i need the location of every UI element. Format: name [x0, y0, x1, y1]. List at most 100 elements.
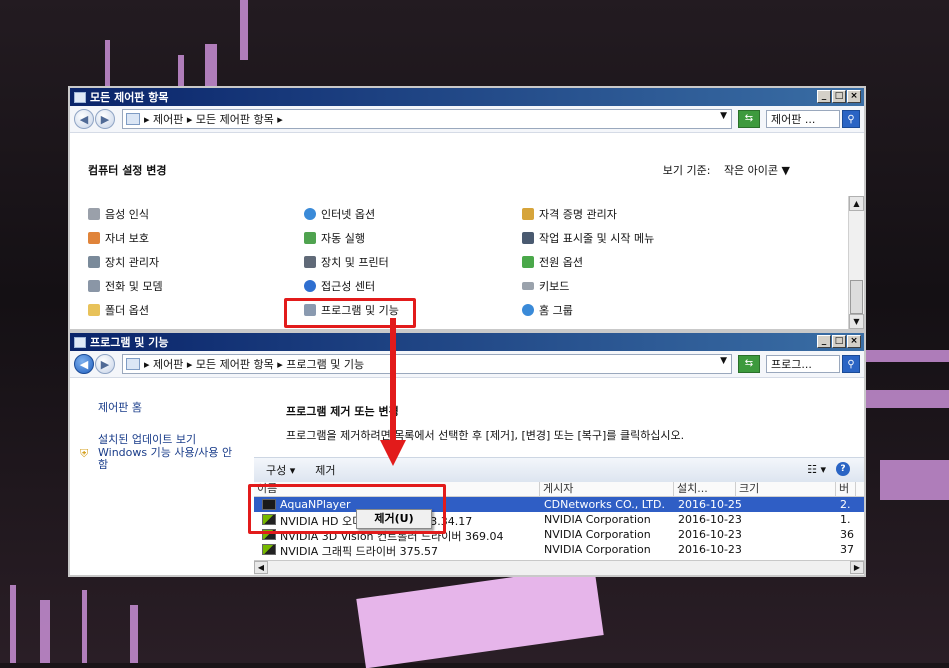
back-button[interactable]: ◀ [74, 109, 94, 129]
horizontal-scrollbar[interactable]: ◀ ▶ [254, 560, 864, 575]
vertical-scrollbar[interactable]: ▲ ▼ [848, 196, 864, 329]
address-bar-row: ◀ ▶ ▸ 제어판 ▸ 모든 제어판 항목 ▸ ▼ ⇆ 제어판 ... ⚲ [70, 106, 864, 133]
bg-stripe [178, 55, 184, 86]
bg-stripe [866, 390, 949, 408]
vault-icon [522, 208, 534, 220]
maximize-button[interactable]: □ [832, 90, 846, 103]
organize-button[interactable]: 구성 ▾ [266, 462, 295, 478]
task-pane: 제어판 홈 설치된 업데이트 보기 ⛨ Windows 기능 사용/사용 안 함 [70, 379, 246, 575]
page-title: 컴퓨터 설정 변경 [88, 164, 167, 177]
refresh-button[interactable]: ⇆ [738, 355, 760, 373]
forward-button[interactable]: ▶ [95, 354, 115, 374]
forward-button[interactable]: ▶ [95, 109, 115, 129]
view-updates-link[interactable]: 설치된 업데이트 보기 [98, 431, 196, 447]
programs-window-icon [74, 336, 86, 348]
address-bar[interactable]: ▸ 제어판 ▸ 모든 제어판 항목 ▸ 프로그램 및 기능 ▼ [122, 354, 732, 374]
cp-item-devices-printers[interactable]: 장치 및 프린터 [304, 254, 389, 270]
search-icon[interactable]: ⚲ [842, 355, 860, 373]
minimize-button[interactable]: _ [817, 90, 831, 103]
column-size[interactable]: 크기 [736, 482, 836, 496]
bg-stripe [10, 585, 16, 663]
control-panel-home-link[interactable]: 제어판 홈 [98, 399, 142, 415]
family-icon [88, 232, 100, 244]
bg-stripe [82, 590, 87, 663]
maximize-button[interactable]: □ [832, 335, 846, 348]
cp-item-keyboard[interactable]: 키보드 [522, 278, 569, 294]
uninstall-button[interactable]: 제거 [315, 462, 335, 478]
refresh-button[interactable]: ⇆ [738, 110, 760, 128]
cp-item-autoplay[interactable]: 자동 실행 [304, 230, 365, 246]
scroll-left-arrow[interactable]: ◀ [254, 561, 268, 574]
column-publisher[interactable]: 게시자 [540, 482, 674, 496]
cp-item-device-manager[interactable]: 장치 관리자 [88, 254, 159, 270]
chevron-down-icon[interactable]: ▼ [720, 111, 727, 121]
close-button[interactable]: × [847, 90, 861, 103]
highlight-context-menu [248, 484, 446, 534]
chevron-down-icon[interactable]: ▼ [720, 356, 727, 366]
autoplay-icon [304, 232, 316, 244]
search-placeholder: 프로그... [771, 358, 812, 371]
cp-item-ease-of-access[interactable]: 접근성 센터 [304, 278, 375, 294]
search-input[interactable]: 프로그... [766, 355, 840, 373]
cp-item-speech[interactable]: 음성 인식 [88, 206, 149, 222]
control-panel-titlebar[interactable]: 모든 제어판 항목 _ □ × [70, 88, 864, 106]
keyboard-icon [522, 282, 534, 290]
microphone-icon [88, 208, 100, 220]
column-installed[interactable]: 설치... [674, 482, 736, 496]
bg-stripe [240, 0, 248, 60]
folder-icon [88, 304, 100, 316]
printer-icon [304, 256, 316, 268]
cp-item-phone-modem[interactable]: 전화 및 모뎀 [88, 278, 163, 294]
close-button[interactable]: × [847, 335, 861, 348]
cp-item-taskbar[interactable]: 작업 표시줄 및 시작 메뉴 [522, 230, 654, 246]
breadcrumb: ▸ 제어판 ▸ 모든 제어판 항목 ▸ 프로그램 및 기능 [144, 358, 365, 371]
scroll-up-arrow[interactable]: ▲ [849, 196, 864, 211]
page-title: 프로그램 제거 또는 변경 [286, 405, 399, 418]
location-icon [126, 358, 140, 370]
control-panel-icon [74, 91, 86, 103]
view-options-icon[interactable]: ☷ ▾ [807, 463, 826, 476]
bg-stripe [130, 605, 138, 663]
scroll-down-arrow[interactable]: ▼ [849, 314, 864, 329]
taskbar-icon [522, 232, 534, 244]
windows-features-link[interactable]: Windows 기능 사용/사용 안 함 [98, 447, 240, 471]
cp-item-homegroup[interactable]: 홈 그룹 [522, 302, 573, 318]
power-icon [522, 256, 534, 268]
scroll-thumb[interactable] [850, 280, 863, 314]
location-icon [126, 113, 140, 125]
cp-item-folder-options[interactable]: 폴더 옵션 [88, 302, 149, 318]
table-row[interactable]: NVIDIA 그래픽 드라이버 375.57 NVIDIA Corporatio… [254, 542, 864, 558]
search-icon[interactable]: ⚲ [842, 110, 860, 128]
programs-toolbar: 구성 ▾ 제거 ☷ ▾ ? [254, 457, 864, 483]
bg-stripe [205, 44, 217, 86]
annotation-arrow [390, 318, 396, 444]
programs-titlebar[interactable]: 프로그램 및 기능 _ □ × [70, 333, 864, 351]
cp-item-power[interactable]: 전원 옵션 [522, 254, 583, 270]
window-title: 모든 제어판 항목 [90, 91, 169, 104]
back-button[interactable]: ◀ [74, 354, 94, 374]
cp-item-internet[interactable]: 인터넷 옵션 [304, 206, 375, 222]
address-bar[interactable]: ▸ 제어판 ▸ 모든 제어판 항목 ▸ ▼ [122, 109, 732, 129]
window-title: 프로그램 및 기능 [90, 336, 169, 349]
scroll-right-arrow[interactable]: ▶ [850, 561, 864, 574]
bg-stripe [105, 40, 110, 86]
bg-stripe [866, 350, 949, 362]
search-input[interactable]: 제어판 ... [766, 110, 840, 128]
phone-icon [88, 280, 100, 292]
view-by-label: 보기 기준: [662, 164, 711, 177]
view-by: 보기 기준: 작은 아이콘 ▼ [663, 162, 790, 178]
help-icon[interactable]: ? [836, 462, 850, 476]
globe-icon [304, 208, 316, 220]
page-description: 프로그램을 제거하려면 목록에서 선택한 후 [제거], [변경] 또는 [복구… [286, 429, 685, 442]
search-placeholder: 제어판 ... [771, 113, 816, 126]
annotation-arrow-head [380, 440, 406, 466]
cp-item-parental[interactable]: 자녀 보호 [88, 230, 149, 246]
cp-item-credential[interactable]: 자격 증명 관리자 [522, 206, 617, 222]
device-manager-icon [88, 256, 100, 268]
homegroup-icon [522, 304, 534, 316]
view-by-dropdown[interactable]: 작은 아이콘 ▼ [724, 164, 790, 177]
minimize-button[interactable]: _ [817, 335, 831, 348]
control-panel-window: 모든 제어판 항목 _ □ × ◀ ▶ ▸ 제어판 ▸ 모든 제어판 항목 ▸ … [68, 86, 866, 331]
shield-icon: ⛨ [80, 447, 89, 460]
column-version[interactable]: 버 [836, 482, 856, 496]
